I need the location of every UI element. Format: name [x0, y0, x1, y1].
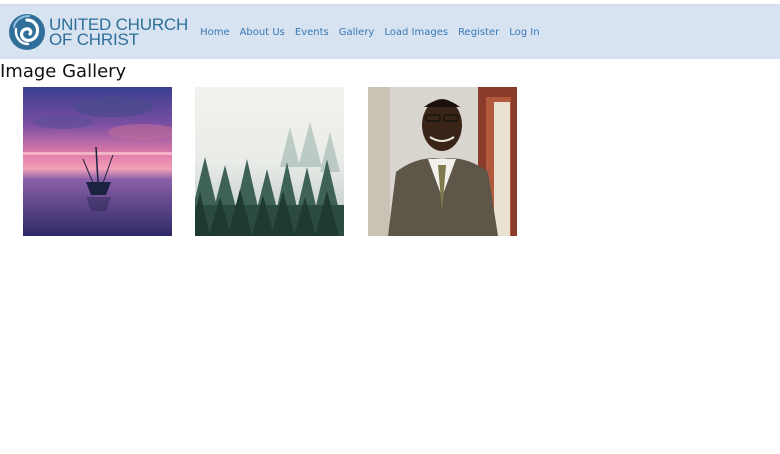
- gallery-image-boat-sunset[interactable]: [23, 87, 172, 236]
- navbar: UNITED CHURCH OF CHRIST Home About Us Ev…: [0, 5, 780, 59]
- brand-logo-link[interactable]: UNITED CHURCH OF CHRIST: [8, 5, 188, 59]
- brand-name: UNITED CHURCH OF CHRIST: [49, 16, 188, 49]
- nav-links: Home About Us Events Gallery Load Images…: [200, 27, 550, 38]
- gallery-image-misty-forest[interactable]: [195, 87, 344, 236]
- nav-link-home[interactable]: Home: [200, 27, 230, 38]
- nav-link-register[interactable]: Register: [458, 27, 499, 38]
- nav-link-load-images[interactable]: Load Images: [384, 27, 448, 38]
- nav-link-log-in[interactable]: Log In: [509, 27, 539, 38]
- nav-link-gallery[interactable]: Gallery: [339, 27, 375, 38]
- page-title: Image Gallery: [0, 61, 127, 82]
- gallery-image-portrait[interactable]: [368, 87, 517, 236]
- nav-link-events[interactable]: Events: [295, 27, 329, 38]
- ucc-swirl-logo-icon: [8, 13, 46, 51]
- nav-link-about-us[interactable]: About Us: [240, 27, 285, 38]
- brand-line-2: OF CHRIST: [49, 30, 139, 49]
